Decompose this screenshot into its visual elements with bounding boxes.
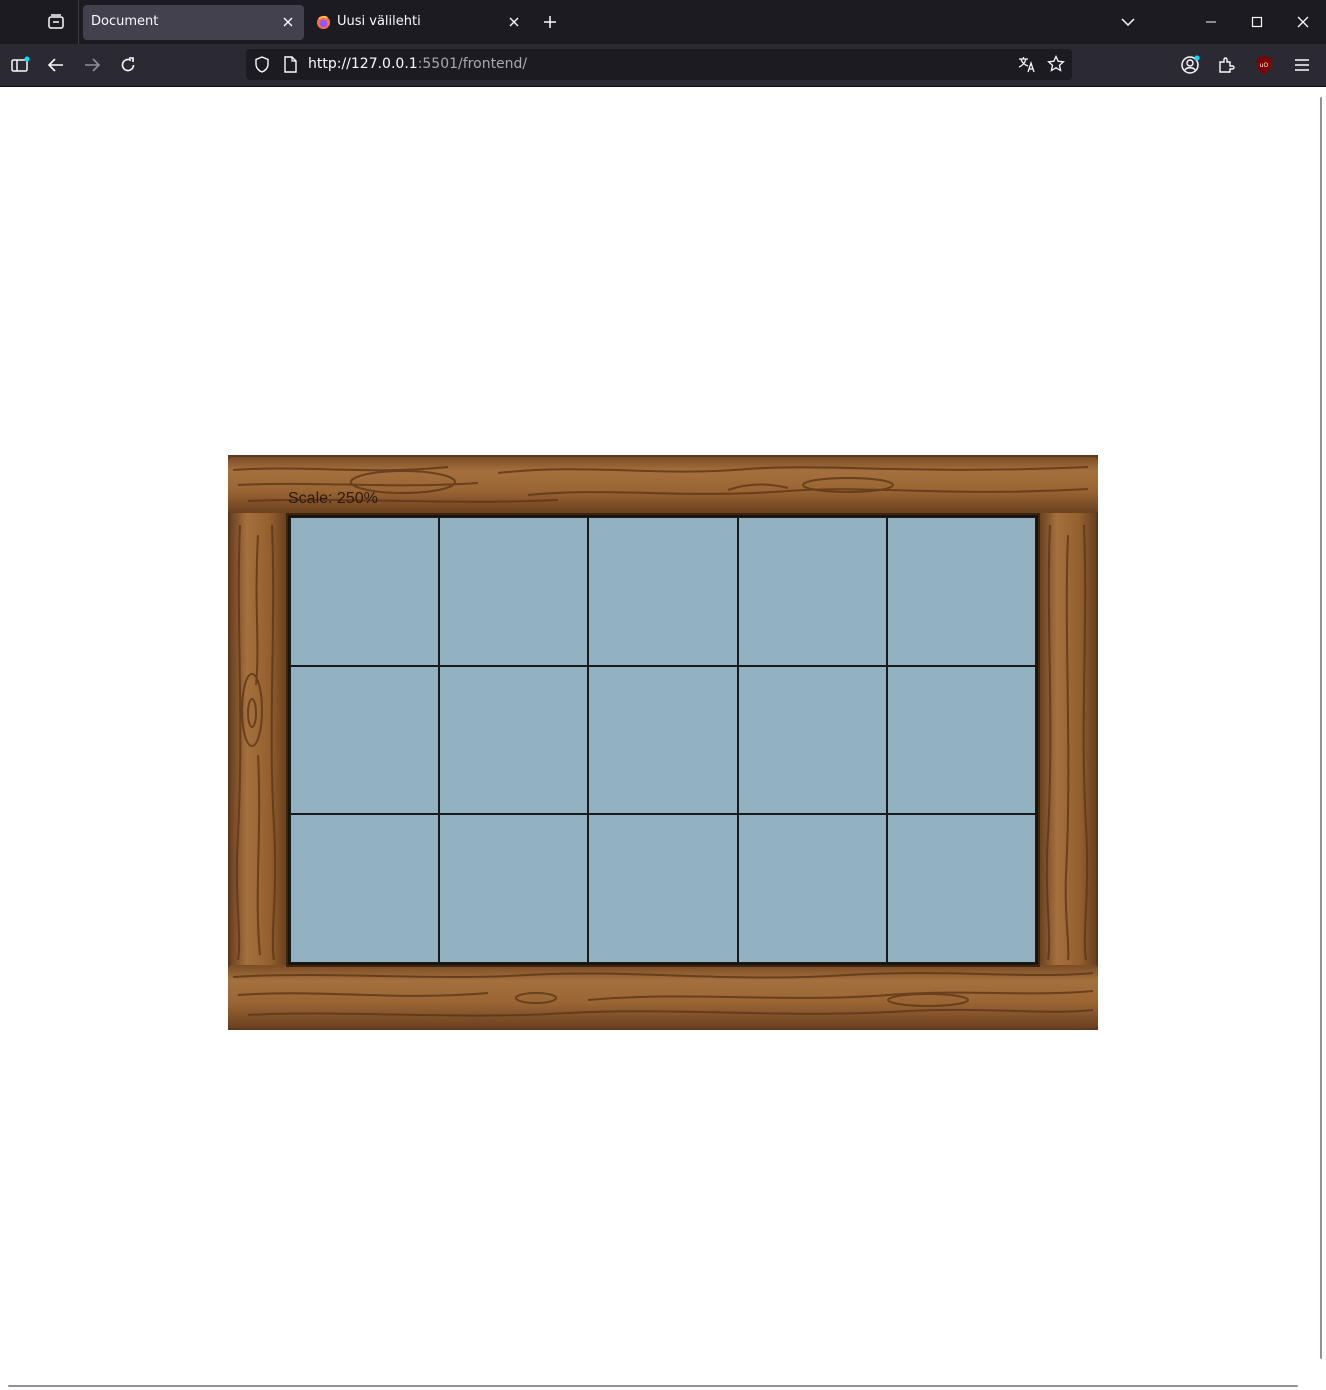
forward-arrow-icon[interactable] bbox=[81, 54, 103, 76]
navigation-toolbar: http://127.0.0.1:5501/frontend/ uO bbox=[0, 44, 1326, 87]
back-arrow-icon[interactable] bbox=[45, 54, 67, 76]
url-bar[interactable]: http://127.0.0.1:5501/frontend/ bbox=[246, 49, 1072, 80]
reload-icon[interactable] bbox=[117, 54, 139, 76]
ublock-icon[interactable]: uO bbox=[1253, 54, 1275, 76]
grid-cell[interactable] bbox=[290, 665, 440, 815]
grid-cell[interactable] bbox=[588, 814, 738, 963]
chevron-down-icon[interactable] bbox=[1118, 12, 1138, 32]
shield-icon[interactable] bbox=[254, 56, 270, 73]
plus-icon[interactable] bbox=[540, 12, 560, 32]
tab-overview-icon[interactable] bbox=[38, 6, 74, 38]
firefox-icon bbox=[316, 15, 331, 30]
grid-cell[interactable] bbox=[737, 665, 887, 815]
tab-document[interactable]: Document bbox=[83, 5, 304, 40]
tab-title: Uusi välilehti bbox=[337, 14, 421, 29]
game-board: Scale: 250% bbox=[228, 455, 1098, 1030]
minimize-icon[interactable] bbox=[1201, 12, 1221, 32]
maximize-icon[interactable] bbox=[1247, 12, 1267, 32]
grid-cell[interactable] bbox=[588, 665, 738, 815]
grid-cell[interactable] bbox=[439, 665, 589, 815]
translate-icon[interactable] bbox=[1018, 56, 1036, 73]
menu-icon[interactable] bbox=[1291, 54, 1313, 76]
vertical-scrollbar[interactable] bbox=[1320, 97, 1322, 1359]
tab-bar: Document Uusi välilehti bbox=[0, 0, 1326, 44]
grid-cell[interactable] bbox=[439, 517, 589, 666]
scale-label: Scale: 250% bbox=[288, 490, 378, 507]
tab-separator bbox=[78, 0, 79, 44]
page-icon[interactable] bbox=[283, 56, 297, 73]
grid-cell[interactable] bbox=[737, 517, 887, 666]
close-icon[interactable] bbox=[280, 14, 296, 30]
grid-cell[interactable] bbox=[886, 814, 1036, 963]
tab-title: Document bbox=[91, 14, 159, 29]
close-icon[interactable] bbox=[1293, 12, 1313, 32]
close-icon[interactable] bbox=[506, 14, 522, 30]
tab-new-tab[interactable]: Uusi välilehti bbox=[308, 5, 530, 40]
sidebar-icon[interactable] bbox=[9, 54, 31, 76]
svg-text:uO: uO bbox=[1260, 62, 1269, 69]
star-icon[interactable] bbox=[1047, 55, 1065, 73]
extensions-icon[interactable] bbox=[1215, 54, 1237, 76]
grid-cell[interactable] bbox=[439, 814, 589, 963]
grid-cell[interactable] bbox=[886, 517, 1036, 666]
account-icon[interactable] bbox=[1179, 54, 1201, 76]
grid-cell[interactable] bbox=[290, 517, 440, 666]
url-text[interactable]: http://127.0.0.1:5501/frontend/ bbox=[308, 56, 527, 72]
grid-cell[interactable] bbox=[290, 814, 440, 963]
grid-cell[interactable] bbox=[737, 814, 887, 963]
horizontal-scrollbar[interactable] bbox=[8, 1385, 1298, 1387]
grid-cell[interactable] bbox=[886, 665, 1036, 815]
grid-cell[interactable] bbox=[588, 517, 738, 666]
tile-grid bbox=[288, 515, 1038, 965]
url-path: :5501/frontend/ bbox=[417, 56, 528, 72]
url-host: http://127.0.0.1 bbox=[308, 56, 418, 72]
